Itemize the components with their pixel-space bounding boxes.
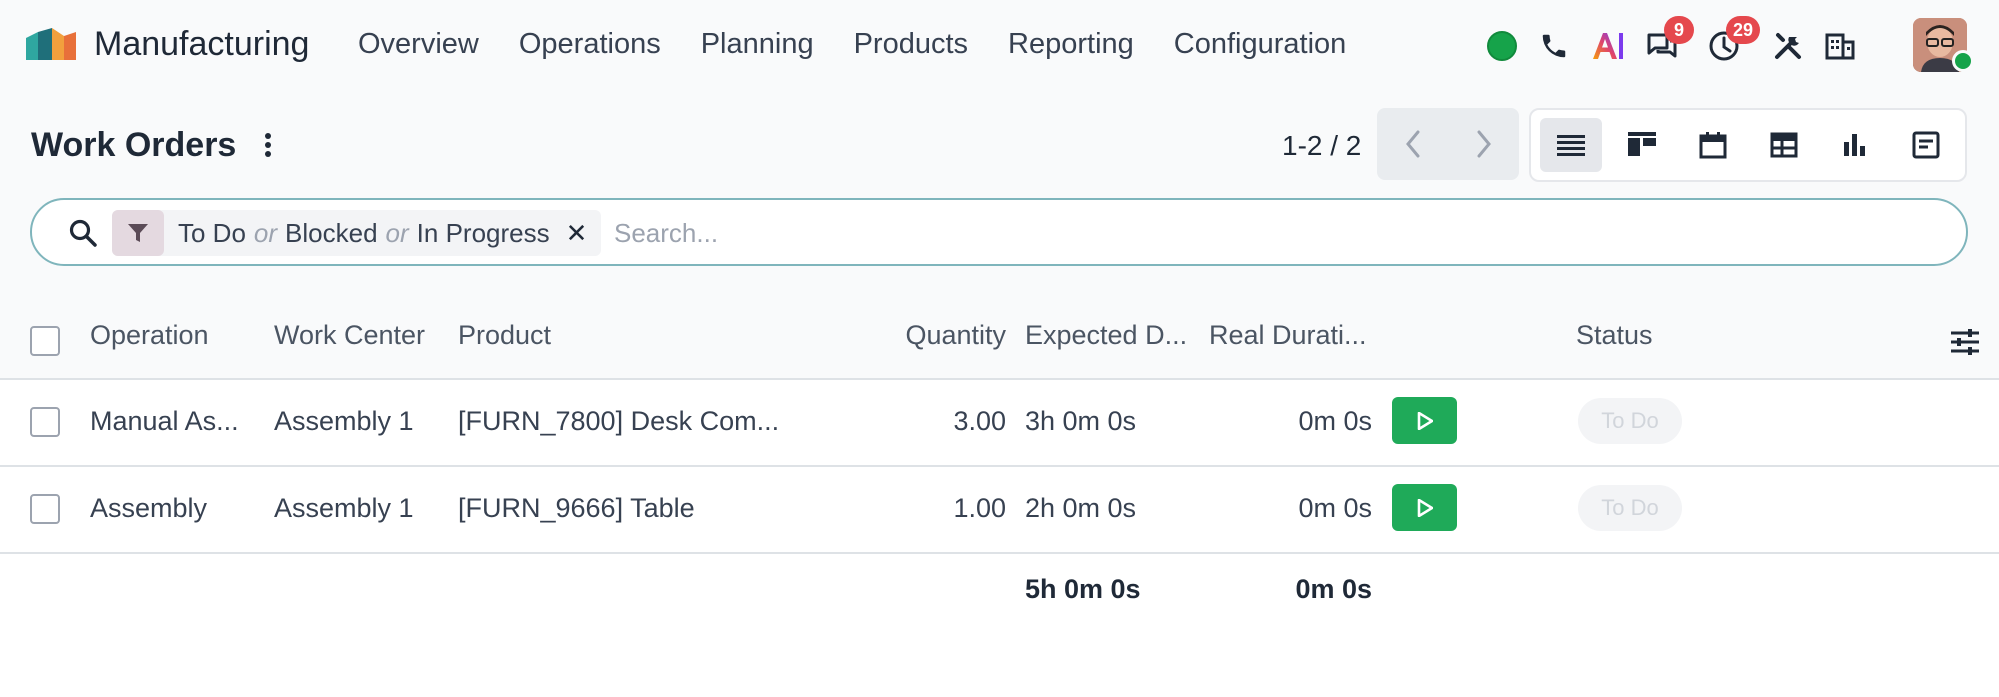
table-footer-totals: 5h 0m 0s 0m 0s [0, 554, 1999, 634]
search-filter-facet[interactable]: To Do or Blocked or In Progress ✕ [112, 210, 602, 256]
view-switcher [1529, 108, 1967, 182]
bar-chart-icon [1844, 134, 1865, 156]
table-header: Operation Work Center Product Quantity E… [0, 292, 1999, 380]
actions-menu-icon[interactable] [258, 130, 278, 160]
control-panel: Work Orders 1-2 / 2 To Do or Blocked or … [0, 92, 1999, 292]
cell-real-duration: 0m 0s [1298, 493, 1372, 523]
calendar-view-icon [1699, 132, 1727, 159]
row-checkbox[interactable] [30, 494, 60, 524]
column-header-expected-duration[interactable]: Expected D... [1025, 320, 1187, 351]
cell-operation: Manual As... [90, 406, 239, 436]
user-online-status-icon [1952, 50, 1974, 72]
column-header-work-center[interactable]: Work Center [274, 320, 425, 351]
row-checkbox[interactable] [30, 407, 60, 437]
column-header-quantity[interactable]: Quantity [880, 320, 1006, 351]
play-icon [1417, 411, 1433, 430]
facet-values: To Do or Blocked or In Progress [178, 218, 550, 249]
column-header-product[interactable]: Product [458, 320, 551, 351]
systray: 9 29 [1480, 16, 1980, 78]
menu-item-reporting[interactable]: Reporting [1008, 28, 1134, 61]
menu-item-overview[interactable]: Overview [358, 28, 479, 61]
play-icon [1417, 498, 1433, 517]
manufacturing-logo-icon [26, 28, 76, 60]
kanban-view-icon [1628, 132, 1656, 156]
app-brand[interactable]: Manufacturing [24, 24, 309, 64]
menu-item-operations[interactable]: Operations [519, 28, 661, 61]
chevron-right-icon [1477, 130, 1491, 158]
activity-view-icon [1912, 131, 1940, 159]
column-header-operation[interactable]: Operation [90, 320, 209, 351]
cell-expected-duration: 3h 0m 0s [1025, 406, 1137, 436]
status-badge: To Do [1578, 485, 1682, 531]
search-input[interactable] [614, 210, 1934, 256]
menu-item-planning[interactable]: Planning [701, 28, 814, 61]
cell-product: [FURN_9666] Table [458, 493, 695, 523]
presence-status-icon[interactable] [1480, 18, 1524, 74]
table-row[interactable]: Manual As... Assembly 1 [FURN_7800] Desk… [0, 380, 1999, 467]
activity-view-button[interactable] [1895, 118, 1957, 172]
facet-value-in-progress: In Progress [416, 217, 550, 248]
cell-operation: Assembly [90, 493, 208, 523]
main-menu: Overview Operations Planning Products Re… [358, 28, 1386, 61]
cell-quantity: 1.00 [953, 493, 1006, 523]
list-view-icon [1557, 135, 1585, 156]
top-navbar: Manufacturing Overview Operations Planni… [0, 0, 1999, 92]
kanban-view-button[interactable] [1611, 118, 1673, 172]
cell-quantity: 3.00 [953, 406, 1006, 436]
column-header-real-duration[interactable]: Real Durati... [1209, 320, 1367, 351]
pager-value[interactable]: 1-2 / 2 [1282, 130, 1361, 162]
company-switcher-icon[interactable] [1818, 18, 1862, 74]
pager-buttons [1377, 108, 1519, 180]
menu-item-products[interactable]: Products [854, 28, 968, 61]
app-name: Manufacturing [94, 24, 310, 63]
pivot-view-icon [1770, 132, 1798, 158]
table-row[interactable]: Assembly Assembly 1 [FURN_9666] Table 1.… [0, 467, 1999, 554]
total-real-duration: 0m 0s [1295, 574, 1372, 604]
remove-facet-close-icon[interactable]: ✕ [566, 218, 588, 249]
pager-next-button[interactable] [1448, 108, 1519, 180]
facet-value-blocked: Blocked [285, 217, 378, 248]
filter-funnel-icon [112, 210, 164, 256]
facet-separator: or [385, 217, 409, 248]
start-button[interactable] [1392, 484, 1457, 531]
column-header-status[interactable]: Status [1576, 320, 1653, 351]
search-bar: To Do or Blocked or In Progress ✕ [30, 198, 1968, 266]
ai-icon[interactable] [1586, 18, 1630, 74]
phone-icon[interactable] [1532, 18, 1576, 74]
activities-count-badge: 29 [1726, 16, 1761, 44]
messages-icon[interactable]: 9 [1640, 16, 1694, 74]
select-all-checkbox[interactable] [30, 326, 60, 356]
start-button[interactable] [1392, 397, 1457, 444]
optional-columns-settings-icon[interactable] [1950, 328, 1980, 356]
cell-product: [FURN_7800] Desk Com... [458, 406, 780, 436]
pivot-view-button[interactable] [1753, 118, 1815, 172]
pager-previous-button[interactable] [1377, 108, 1448, 180]
cell-real-duration: 0m 0s [1298, 406, 1372, 436]
calendar-view-button[interactable] [1682, 118, 1744, 172]
messages-count-badge: 9 [1664, 16, 1694, 44]
facet-separator: or [253, 217, 278, 248]
tools-icon[interactable] [1766, 18, 1810, 74]
menu-item-configuration[interactable]: Configuration [1174, 28, 1347, 61]
cell-work-center: Assembly 1 [274, 406, 414, 436]
activities-clock-icon[interactable]: 29 [1702, 16, 1761, 74]
page-title: Work Orders [31, 126, 237, 164]
status-badge: To Do [1578, 398, 1682, 444]
cell-work-center: Assembly 1 [274, 493, 414, 523]
cell-expected-duration: 2h 0m 0s [1025, 493, 1137, 523]
facet-value-to-do: To Do [178, 217, 246, 248]
list-view-button[interactable] [1540, 118, 1602, 172]
chevron-left-icon [1405, 130, 1419, 158]
search-icon[interactable] [68, 218, 98, 248]
graph-view-button[interactable] [1824, 118, 1886, 172]
total-expected-duration: 5h 0m 0s [1025, 574, 1141, 604]
